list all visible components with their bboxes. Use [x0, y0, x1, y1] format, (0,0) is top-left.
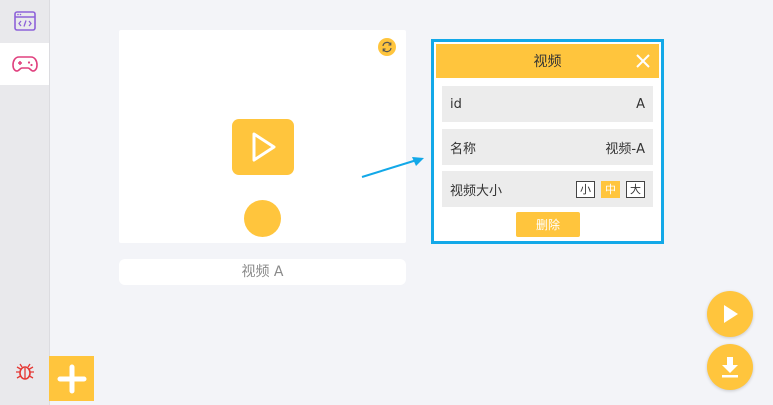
row-id-label: id	[450, 96, 462, 112]
run-button[interactable]	[707, 291, 753, 337]
row-id-value[interactable]: A	[636, 97, 645, 112]
row-name-label: 名称	[450, 141, 477, 157]
stage-card[interactable]	[119, 30, 406, 243]
sprite-anchor-dot[interactable]	[244, 200, 281, 237]
row-id: id A	[442, 86, 653, 122]
play-icon	[252, 132, 276, 162]
size-small-option[interactable]: 小	[576, 180, 595, 198]
refresh-icon[interactable]	[378, 38, 396, 56]
row-name: 名称 视频-A	[442, 129, 653, 165]
property-panel: 视频 id A 名称 视频-A 视频大小 小 中 大 删除	[431, 39, 664, 244]
sidebar-item-debug[interactable]	[0, 350, 49, 392]
close-icon[interactable]	[635, 53, 651, 69]
row-video-size: 视频大小 小 中 大	[442, 171, 653, 207]
plus-icon	[57, 364, 86, 393]
download-button[interactable]	[707, 344, 753, 390]
row-size-label: 视频大小	[450, 183, 503, 199]
sidebar-item-game[interactable]	[0, 43, 49, 85]
sidebar-item-code[interactable]	[0, 0, 49, 42]
play-icon	[724, 305, 738, 323]
bug-icon	[15, 363, 34, 380]
add-button[interactable]	[49, 356, 94, 401]
download-icon	[722, 357, 738, 378]
sprite-name-label: 视频 A	[119, 259, 406, 285]
size-options: 小 中 大	[576, 180, 645, 198]
left-sidebar	[0, 0, 50, 405]
code-window-icon	[13, 11, 36, 31]
row-name-value[interactable]: 视频-A	[605, 138, 645, 157]
gamepad-icon	[11, 56, 38, 72]
panel-header: 视频	[436, 44, 659, 78]
size-large-option[interactable]: 大	[626, 180, 645, 198]
panel-title: 视频	[533, 54, 562, 70]
pointer-arrow	[361, 157, 424, 178]
video-sprite[interactable]	[232, 119, 294, 175]
size-medium-option[interactable]: 中	[601, 180, 620, 198]
delete-button[interactable]: 删除	[516, 212, 580, 237]
